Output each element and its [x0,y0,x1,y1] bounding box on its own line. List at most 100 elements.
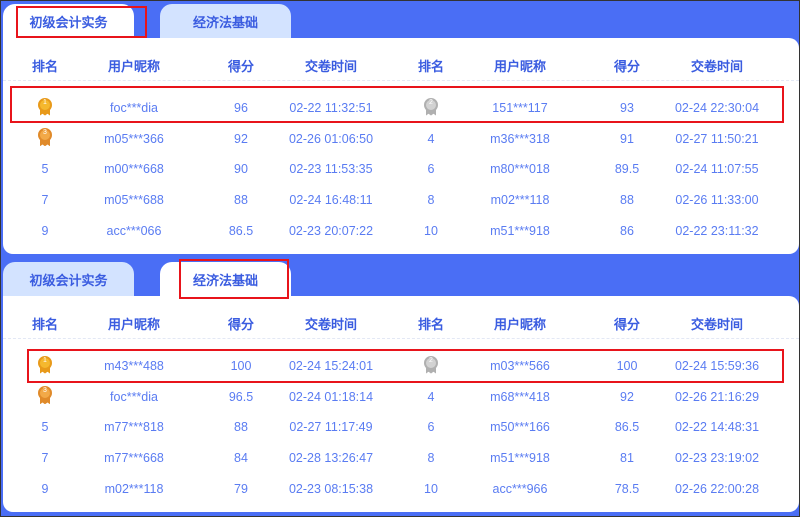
score: 78.5 [614,481,640,496]
column-header: 得分 [227,60,255,75]
ranking-panel-accounting: 初级会计实务 经济法基础 排名 用户昵称 得分 交卷时间 排名 用户昵称 得分 交卷时间 1 fo… [3,4,799,254]
table-row: 5 m00***668 90 02-23 11:53:35 6 m80***018 89.5… [3,154,799,184]
submit-time: 02-26 11:33:00 [675,193,759,208]
rank-number: 2 [429,98,433,106]
rank: 10 [424,223,438,238]
user-nickname: foc***dia [110,389,158,404]
user-nickname: m43***488 [104,359,164,373]
ranking-table: 排名 用户昵称 得分 交卷时间 排名 用户昵称 得分 交卷时间 1 m43***488 100 02-… [3,296,799,512]
rank-number: 3 [43,129,47,137]
table-header: 排名 用户昵称 得分 交卷时间 排名 用户昵称 得分 交卷时间 [3,309,799,339]
table-row: 9 m02***118 79 02-23 08:15:38 10 acc***966 78.… [3,474,799,504]
score: 88 [234,193,248,208]
tab-bar: 初级会计实务 经济法基础 [3,4,799,38]
submit-time: 02-24 11:07:55 [675,162,759,177]
rank: 4 [427,131,435,146]
rank: 3 [38,128,52,149]
ranking-panel-economic-law: 初级会计实务 经济法基础 排名 用户昵称 得分 交卷时间 排名 用户昵称 得分 交卷时间 1 m4… [3,262,799,512]
rank: 5 [41,420,49,435]
tab-economic-law[interactable]: 经济法基础 [160,262,291,296]
submit-time: 02-27 11:17:49 [289,420,373,435]
column-header: 得分 [227,318,255,333]
score: 88 [620,193,634,208]
tab-accounting-practice[interactable]: 初级会计实务 [3,4,134,38]
score: 89.5 [614,162,640,177]
submit-time: 02-28 13:26:47 [288,451,374,466]
table-header: 排名 用户昵称 得分 交卷时间 排名 用户昵称 得分 交卷时间 [3,51,799,81]
table-row: 3 foc***dia 96.5 02-24 01:18:14 4 m68***418 92… [3,382,799,412]
rank: 1 [38,97,52,119]
user-nickname: m51***918 [490,451,550,466]
user-nickname: m77***668 [104,451,164,466]
column-header: 用户昵称 [493,318,547,333]
rank-number: 3 [43,387,47,395]
submit-time: 02-26 22:00:28 [674,481,760,496]
silver-medal-icon: 2 [424,97,438,116]
rank: 2 [424,355,438,377]
score: 92 [234,131,248,146]
score: 86 [620,223,634,238]
submit-time: 02-22 14:48:31 [674,420,760,435]
submit-time: 02-23 08:15:38 [288,481,374,496]
user-nickname: m02***118 [490,193,550,208]
user-nickname: m05***366 [104,131,164,146]
bronze-medal-icon: 3 [38,128,52,147]
rank: 5 [41,162,49,177]
rank-number: 1 [43,356,47,364]
column-header: 用户昵称 [107,60,161,75]
user-nickname: m68***418 [490,389,550,404]
column-header: 得分 [613,60,641,75]
user-nickname: acc***966 [492,481,548,496]
rank: 7 [41,193,49,208]
rank-number: 2 [429,356,433,364]
submit-time: 02-26 21:16:29 [674,389,760,404]
column-header: 用户昵称 [107,318,161,333]
user-nickname: m00***668 [104,162,164,177]
submit-time: 02-24 15:24:01 [288,359,374,373]
score: 91 [620,131,634,146]
rank: 9 [41,223,49,238]
column-header: 得分 [613,318,641,333]
score: 79 [234,481,248,496]
column-header: 用户昵称 [493,60,547,75]
score: 92 [620,389,634,404]
score: 88 [234,420,248,435]
rank: 8 [427,193,435,208]
column-header: 排名 [417,318,445,333]
bronze-medal-icon: 3 [38,386,52,405]
submit-time: 02-22 11:32:51 [289,101,373,115]
tab-accounting-practice[interactable]: 初级会计实务 [3,262,134,296]
score: 86.5 [228,223,254,238]
submit-time: 02-23 20:07:22 [288,223,374,238]
rank: 9 [41,481,49,496]
column-header: 排名 [31,318,59,333]
table-row: 1 foc***dia 96 02-22 11:32:51 2 151***117 93 02… [3,93,799,123]
table-row: 1 m43***488 100 02-24 15:24:01 2 m03***566 100… [3,351,799,381]
submit-time: 02-27 11:50:21 [675,131,759,146]
column-header: 排名 [417,60,445,75]
table-row: 5 m77***818 88 02-27 11:17:49 6 m50***166 86.5… [3,412,799,442]
score: 93 [620,101,634,115]
user-nickname: m02***118 [104,481,164,496]
score: 96.5 [228,389,254,404]
user-nickname: 151***117 [492,101,548,115]
rank: 4 [427,389,435,404]
rank: 1 [38,355,52,377]
column-header: 交卷时间 [304,60,358,75]
score: 86.5 [614,420,640,435]
user-nickname: m03***566 [490,359,550,373]
table-row: 9 acc***066 86.5 02-23 20:07:22 10 m51***918 8… [3,216,799,246]
submit-time: 02-22 23:11:32 [675,223,759,238]
user-nickname: m51***918 [490,223,550,238]
tab-economic-law[interactable]: 经济法基础 [160,4,291,38]
user-nickname: m05***688 [104,193,164,208]
user-nickname: m80***018 [490,162,550,177]
user-nickname: acc***066 [106,223,162,238]
score: 100 [616,359,638,373]
rank-number: 1 [43,98,47,106]
column-header: 交卷时间 [690,318,744,333]
gold-medal-icon: 1 [38,97,52,116]
user-nickname: m50***166 [490,420,550,435]
rank: 3 [38,386,52,407]
submit-time: 02-24 22:30:04 [674,101,760,115]
